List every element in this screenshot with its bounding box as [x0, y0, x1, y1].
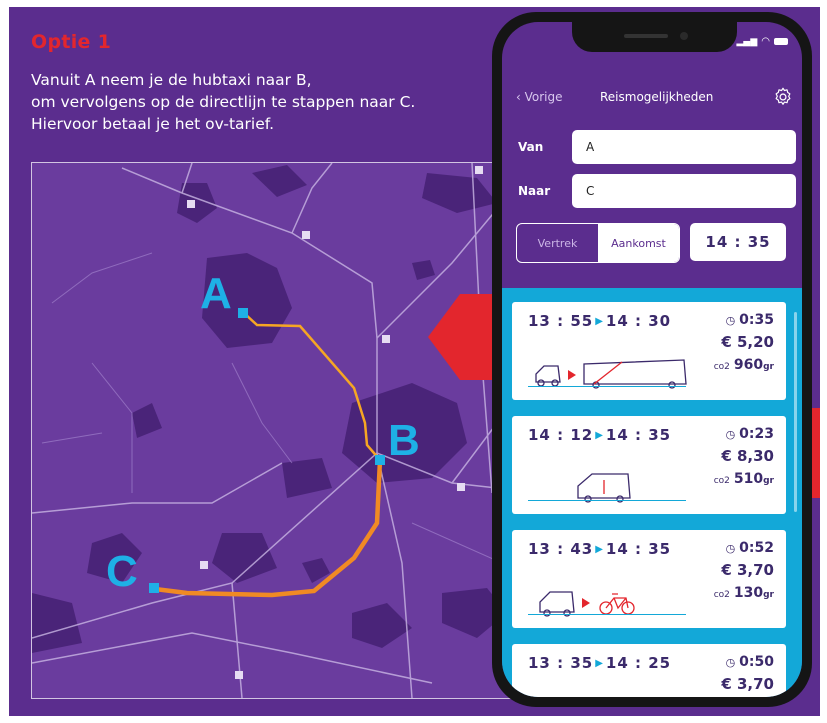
bus-icon — [583, 359, 687, 389]
bike-icon — [599, 593, 635, 615]
list-item[interactable]: 13 : 35 ▶ 14 : 25 ◷ 0:50 € 3,70 — [512, 644, 786, 697]
play-arrow-icon: ▶ — [595, 430, 604, 441]
list-item[interactable]: 13 : 43 ▶ 14 : 35 ◷ 0:52 € 3,70 co2 130gr — [512, 530, 786, 628]
camera-icon — [680, 32, 688, 40]
signal-icon: ▂▄▆ — [736, 36, 758, 47]
clock-icon: ◷ — [725, 428, 736, 441]
results-list: 13 : 55 ▶ 14 : 30 ◷ 0:35 € 5,20 co2 960gr — [502, 288, 802, 697]
marker-b-icon — [375, 455, 385, 465]
play-arrow-icon: ▶ — [595, 658, 604, 669]
clock-icon: ◷ — [725, 656, 736, 669]
to-label: Naar — [518, 184, 551, 198]
map-canvas: A B C — [32, 163, 542, 698]
taxi-icon — [535, 365, 561, 387]
price: € 8,30 — [721, 447, 774, 465]
play-arrow-icon: ▶ — [595, 316, 604, 327]
price: € 3,70 — [721, 561, 774, 579]
trip-meta: ◷ 0:52 € 3,70 co2 130gr — [714, 540, 774, 601]
back-button[interactable]: ‹ Vorige — [516, 90, 563, 104]
map-label-a: A — [200, 269, 232, 318]
to-field[interactable] — [572, 174, 796, 208]
co2-label: co2 — [713, 590, 730, 600]
co2-label: co2 — [713, 476, 730, 486]
chevron-left-icon: ‹ — [516, 90, 525, 104]
mode-arrival-button[interactable]: Aankomst — [598, 224, 679, 262]
arrive-time: 14 : 25 — [605, 654, 672, 672]
arrow-right-icon — [568, 370, 576, 380]
time-field[interactable]: 14 : 35 — [690, 223, 786, 261]
co2-value: 130 — [733, 585, 764, 601]
phone-frame: ▂▄▆ ◠ ‹ Vorige Reismogelijkheden Van Naa… — [492, 12, 812, 707]
co2-unit: gr — [763, 362, 774, 372]
depart-time: 13 : 35 — [528, 654, 594, 672]
co2-label: co2 — [713, 362, 730, 372]
taxi-icon — [577, 473, 631, 503]
list-item[interactable]: 13 : 55 ▶ 14 : 30 ◷ 0:35 € 5,20 co2 960gr — [512, 302, 786, 400]
trip-times: 13 : 35 ▶ 14 : 25 — [528, 654, 671, 672]
price: € 5,20 — [721, 333, 774, 351]
duration: 0:35 — [739, 312, 774, 328]
taxi-icon — [539, 591, 575, 617]
timeline — [528, 386, 686, 387]
intro-line: om vervolgens op de directlijn te stappe… — [31, 93, 416, 111]
trip-meta: ◷ 0:23 € 8,30 co2 510gr — [714, 426, 774, 487]
page-title: Reismogelijkheden — [600, 90, 714, 104]
co2-value: 960 — [733, 357, 764, 373]
option-title: Optie 1 — [31, 31, 112, 53]
depart-time: 13 : 55 — [528, 312, 594, 330]
arrow-right-icon — [582, 598, 590, 608]
trip-times: 13 : 55 ▶ 14 : 30 — [528, 312, 671, 330]
trip-meta: ◷ 0:50 € 3,70 — [721, 654, 774, 693]
intro-line: Hiervoor betaal je het ov-tarief. — [31, 115, 275, 133]
mode-departure-button[interactable]: Vertrek — [517, 224, 598, 262]
price: € 3,70 — [721, 675, 774, 693]
battery-icon — [774, 38, 788, 45]
clock-icon: ◷ — [725, 542, 736, 555]
intro-text: Vanuit A neem je de hubtaxi naar B, om v… — [31, 69, 415, 135]
map-label-b: B — [388, 416, 420, 465]
intro-line: Vanuit A neem je de hubtaxi naar B, — [31, 71, 312, 89]
wifi-icon: ◠ — [761, 36, 770, 47]
phone-notch — [572, 22, 737, 52]
marker-a-icon — [238, 308, 248, 318]
status-bar: ▂▄▆ ◠ — [736, 36, 788, 47]
trip-times: 13 : 43 ▶ 14 : 35 — [528, 540, 671, 558]
depart-time: 14 : 12 — [528, 426, 594, 444]
duration: 0:52 — [739, 540, 774, 556]
timeline — [528, 614, 686, 615]
gear-icon[interactable] — [772, 86, 794, 108]
transport-modes — [532, 694, 692, 697]
co2-value: 510 — [733, 471, 764, 487]
from-row: Van — [518, 130, 798, 166]
map-label-c: C — [106, 547, 138, 596]
depart-time: 13 : 43 — [528, 540, 594, 558]
route-map: A B C — [31, 162, 543, 699]
play-arrow-icon: ▶ — [595, 544, 604, 555]
timeline — [528, 500, 686, 501]
phone-screen: ▂▄▆ ◠ ‹ Vorige Reismogelijkheden Van Naa… — [502, 22, 802, 697]
nav-bar: ‹ Vorige Reismogelijkheden — [502, 84, 802, 114]
duration: 0:50 — [739, 654, 774, 670]
from-label: Van — [518, 140, 544, 154]
co2-unit: gr — [763, 590, 774, 600]
arrive-time: 14 : 30 — [605, 312, 672, 330]
mode-toggle: Vertrek Aankomst — [516, 223, 680, 263]
speaker-icon — [624, 34, 668, 38]
arrive-time: 14 : 35 — [605, 426, 672, 444]
marker-c-icon — [149, 583, 159, 593]
arrive-time: 14 : 35 — [605, 540, 672, 558]
trip-meta: ◷ 0:35 € 5,20 co2 960gr — [714, 312, 774, 373]
clock-icon: ◷ — [725, 314, 736, 327]
co2-unit: gr — [763, 476, 774, 486]
back-label: Vorige — [524, 90, 563, 104]
highlight-tab — [812, 408, 820, 498]
scrollbar[interactable] — [794, 312, 797, 512]
from-field[interactable] — [572, 130, 796, 164]
to-row: Naar — [518, 174, 798, 210]
trip-times: 14 : 12 ▶ 14 : 35 — [528, 426, 671, 444]
duration: 0:23 — [739, 426, 774, 442]
list-item[interactable]: 14 : 12 ▶ 14 : 35 ◷ 0:23 € 8,30 co2 510gr — [512, 416, 786, 514]
